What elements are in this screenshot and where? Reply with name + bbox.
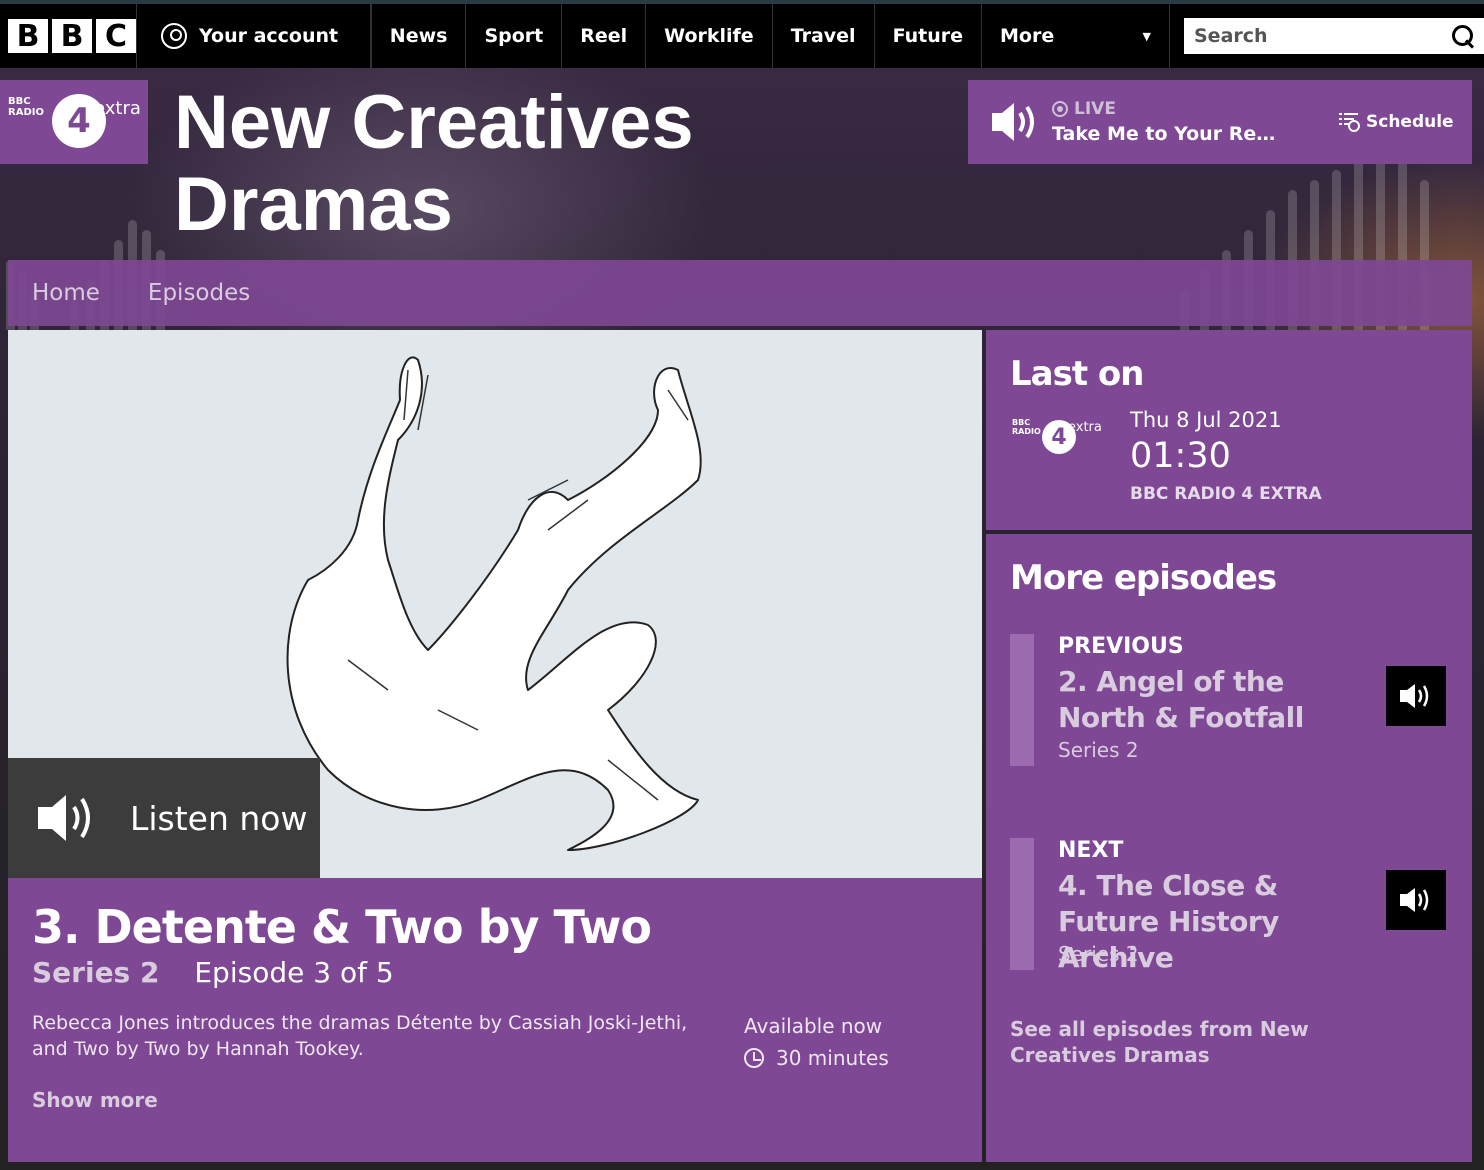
programme-title: New Creatives Dramas bbox=[174, 82, 694, 246]
nav-item-label: News bbox=[389, 25, 448, 47]
nav-item-reel[interactable]: Reel bbox=[562, 4, 647, 68]
nav-more-label: More bbox=[1000, 25, 1055, 47]
see-all-episodes-link[interactable]: See all episodes from New Creatives Dram… bbox=[1010, 1016, 1410, 1068]
previous-episode-series: Series 2 bbox=[1058, 738, 1139, 762]
episode-panel: Listen now 3. Detente & Two by Two Serie… bbox=[8, 330, 982, 1162]
broadcast-channel: BBC RADIO 4 EXTRA bbox=[1130, 484, 1322, 504]
programme-subnav: Home Episodes bbox=[8, 260, 1472, 326]
your-account-link[interactable]: Your account bbox=[137, 4, 371, 68]
last-on-panel: Last on BBC RADIO 4 extra Thu 8 Jul 2021… bbox=[986, 330, 1472, 530]
search-box bbox=[1184, 18, 1484, 54]
nav-item-future[interactable]: Future bbox=[875, 4, 982, 68]
programme-title-line: New Creatives bbox=[174, 80, 694, 165]
search-icon[interactable] bbox=[1452, 25, 1474, 47]
duration: 30 minutes bbox=[744, 1042, 889, 1074]
speaker-icon bbox=[1400, 684, 1429, 708]
main-nav-items: News Sport Reel Worklife Travel Future M… bbox=[370, 4, 1170, 68]
programme-title-line: Dramas bbox=[174, 162, 453, 247]
search-input[interactable] bbox=[1194, 25, 1424, 47]
schedule-label: Schedule bbox=[1366, 112, 1454, 132]
nav-item-label: Worklife bbox=[664, 25, 754, 47]
previous-episode-title[interactable]: 2. Angel of the North & Footfall bbox=[1058, 664, 1378, 736]
subnav-item-home[interactable]: Home bbox=[32, 280, 100, 306]
nav-item-travel[interactable]: Travel bbox=[773, 4, 875, 68]
schedule-link[interactable]: Schedule bbox=[1338, 112, 1454, 132]
show-more-link[interactable]: Show more bbox=[32, 1088, 158, 1112]
search-area bbox=[1170, 4, 1484, 68]
live-label: LIVE bbox=[1052, 99, 1288, 119]
episode-title: 3. Detente & Two by Two bbox=[32, 900, 652, 954]
account-icon bbox=[161, 23, 187, 49]
bbc-logo-letter: B bbox=[8, 19, 48, 54]
speaker-icon bbox=[38, 795, 90, 841]
speaker-icon bbox=[992, 103, 1034, 141]
nav-item-worklife[interactable]: Worklife bbox=[646, 4, 773, 68]
episode-description: Rebecca Jones introduces the dramas Déte… bbox=[32, 1012, 688, 1060]
extra-wordmark: extra bbox=[94, 98, 141, 119]
listen-now-label: Listen now bbox=[130, 798, 308, 838]
speaker-icon bbox=[1400, 888, 1429, 912]
episode-card-accent bbox=[1010, 838, 1034, 970]
more-episodes-panel: More episodes PREVIOUS 2. Angel of the N… bbox=[986, 534, 1472, 1162]
bbc-radio-wordmark: BBC RADIO bbox=[1012, 418, 1041, 436]
radio-4-extra-small-logo: BBC RADIO 4 extra bbox=[1012, 416, 1102, 456]
caret-down-icon: ▼ bbox=[1142, 29, 1151, 43]
account-label: Your account bbox=[199, 25, 339, 47]
play-previous-button[interactable] bbox=[1386, 666, 1446, 726]
broadcast-time: 01:30 bbox=[1130, 436, 1231, 476]
nav-item-sport[interactable]: Sport bbox=[466, 4, 563, 68]
now-playing-title: Take Me to Your Rea... bbox=[1052, 123, 1288, 145]
nav-more-dropdown[interactable]: More ▼ bbox=[982, 4, 1170, 68]
bbc-logo[interactable]: B B C bbox=[0, 4, 137, 68]
bbc-top-navigation: B B C Your account News Sport Reel Workl… bbox=[0, 0, 1484, 68]
nav-item-news[interactable]: News bbox=[370, 4, 467, 68]
radio-4-extra-logo[interactable]: BBC RADIO 4 extra bbox=[0, 80, 148, 164]
last-on-heading: Last on bbox=[1010, 354, 1144, 394]
schedule-icon bbox=[1339, 113, 1360, 132]
previous-label: PREVIOUS bbox=[1058, 634, 1184, 659]
live-dot-icon bbox=[1052, 101, 1068, 117]
broadcast-date: Thu 8 Jul 2021 bbox=[1130, 408, 1282, 432]
previous-episode-card: PREVIOUS 2. Angel of the North & Footfal… bbox=[1010, 634, 1450, 766]
next-episode-card: NEXT 4. The Close & Future History Archi… bbox=[1010, 838, 1450, 974]
live-label-text: LIVE bbox=[1074, 99, 1116, 119]
episode-number: Episode 3 of 5 bbox=[194, 956, 394, 989]
subnav-item-episodes[interactable]: Episodes bbox=[148, 280, 250, 306]
duration-text: 30 minutes bbox=[776, 1046, 889, 1070]
bbc-logo-letter: B bbox=[52, 19, 92, 54]
listen-now-button[interactable]: Listen now bbox=[8, 758, 320, 878]
bbc-radio-wordmark: BBC RADIO bbox=[8, 96, 44, 118]
live-player-box[interactable]: LIVE Take Me to Your Rea... Schedule bbox=[968, 80, 1472, 164]
live-text: LIVE Take Me to Your Rea... bbox=[1052, 99, 1288, 145]
nav-item-label: Future bbox=[892, 25, 963, 47]
next-episode-series: Series 2 bbox=[1058, 942, 1139, 966]
next-label: NEXT bbox=[1058, 838, 1124, 863]
episode-info: 3. Detente & Two by Two Series 2 Episode… bbox=[8, 878, 982, 1162]
more-episodes-heading: More episodes bbox=[1010, 558, 1277, 598]
episode-meta: Series 2 Episode 3 of 5 bbox=[32, 956, 394, 989]
nav-item-label: Travel bbox=[790, 25, 856, 47]
nav-item-label: Reel bbox=[580, 25, 628, 47]
episode-availability: Available now 30 minutes bbox=[744, 1010, 889, 1074]
clock-icon bbox=[744, 1048, 764, 1068]
play-next-button[interactable] bbox=[1386, 870, 1446, 930]
availability-text: Available now bbox=[744, 1014, 883, 1038]
bbc-logo-letter: C bbox=[96, 19, 136, 54]
nav-item-label: Sport bbox=[484, 25, 544, 47]
series-link[interactable]: Series 2 bbox=[32, 956, 159, 989]
extra-wordmark: extra bbox=[1068, 420, 1102, 435]
episode-card-accent bbox=[1010, 634, 1034, 766]
